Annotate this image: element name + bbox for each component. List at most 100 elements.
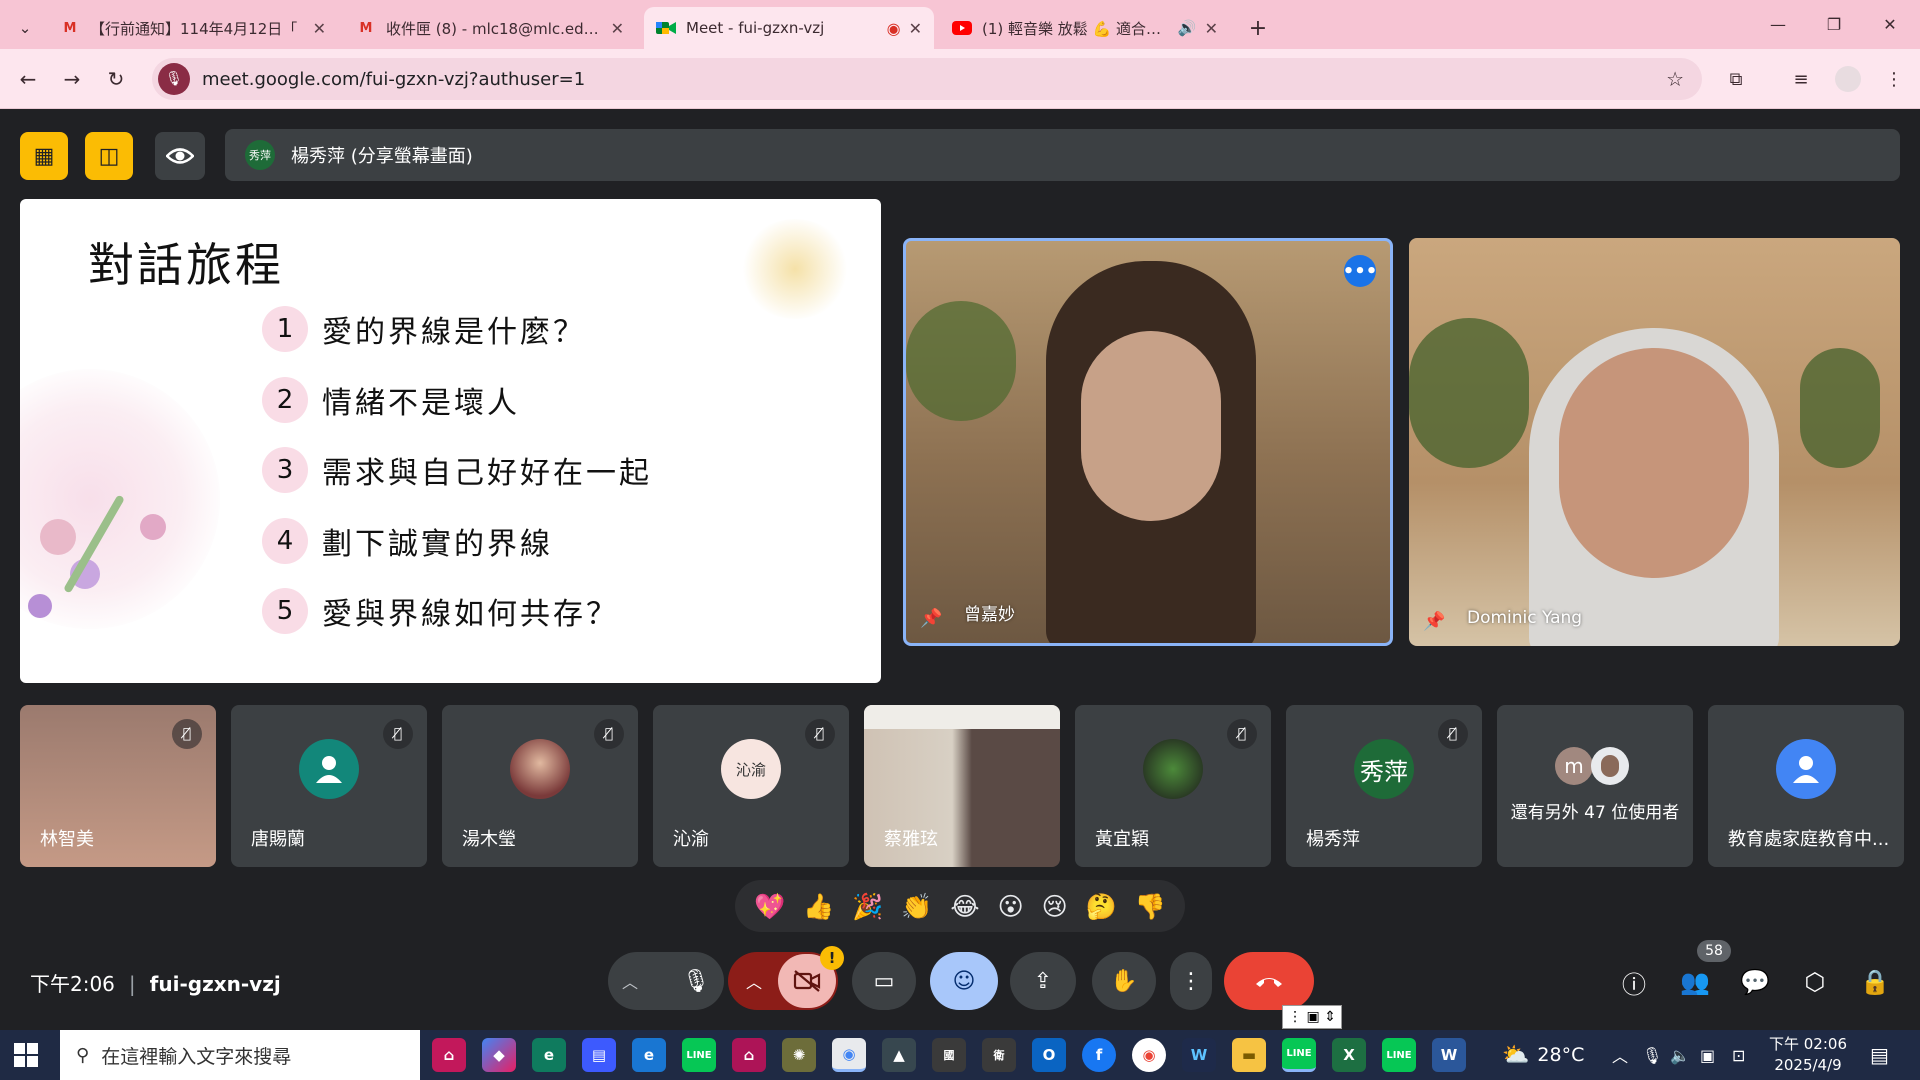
close-icon[interactable]: ✕ bbox=[1205, 19, 1218, 38]
meeting-details-button[interactable]: ⓘ bbox=[1612, 960, 1656, 1004]
layout-sidebar-icon[interactable]: ◫ bbox=[85, 132, 133, 180]
emoji-reactions-button[interactable]: ☺ bbox=[930, 952, 998, 1010]
microphone-icon[interactable]: 🎙 bbox=[672, 957, 720, 1005]
close-icon[interactable]: ✕ bbox=[909, 19, 922, 38]
reaction-thumbs-down-button[interactable]: 👎 bbox=[1135, 894, 1166, 919]
bookmark-star-icon[interactable]: ☆ bbox=[1666, 67, 1684, 91]
participant-tile[interactable]: 🎙̸ 林智美 bbox=[20, 705, 216, 867]
app-emblem-icon[interactable]: ✺ bbox=[782, 1038, 816, 1072]
copilot-icon[interactable]: ◆ bbox=[482, 1038, 516, 1072]
forward-button[interactable]: → bbox=[56, 63, 88, 95]
more-options-button[interactable]: ⋮ bbox=[1170, 952, 1212, 1010]
reaction-thumbs-up-button[interactable]: 👍 bbox=[803, 894, 834, 919]
minimize-button[interactable]: — bbox=[1750, 0, 1806, 49]
participant-tile[interactable]: 🎙̸ 秀萍 楊秀萍 bbox=[1286, 705, 1482, 867]
app-folder-icon[interactable]: ▲ bbox=[882, 1038, 916, 1072]
app-document-icon[interactable]: 國 bbox=[932, 1038, 966, 1072]
reaction-clap-button[interactable]: 👏 bbox=[901, 894, 932, 919]
line-icon[interactable]: LINE bbox=[682, 1038, 716, 1072]
close-icon[interactable]: ✕ bbox=[611, 19, 624, 38]
avatar: 秀萍 bbox=[245, 140, 275, 170]
speaker-icon[interactable]: 🔊 bbox=[1178, 19, 1197, 37]
chrome-active-icon[interactable]: ◉ bbox=[832, 1038, 866, 1072]
tray-volume-icon[interactable]: 🔈 bbox=[1670, 1030, 1690, 1080]
profile-avatar[interactable] bbox=[1832, 63, 1864, 95]
reaction-heart-button[interactable]: 💖 bbox=[754, 894, 785, 919]
layout-grid-icon[interactable]: ▦ bbox=[20, 132, 68, 180]
activities-button[interactable]: ⬡ bbox=[1793, 960, 1837, 1004]
weather-widget[interactable]: ⛅ 28°C bbox=[1502, 1030, 1584, 1080]
reload-button[interactable]: ↻ bbox=[100, 63, 132, 95]
restore-button[interactable]: ❐ bbox=[1806, 0, 1862, 49]
more-options-button[interactable]: ••• bbox=[1343, 255, 1377, 287]
video-tile-pinned[interactable]: 📌 Dominic Yang bbox=[1409, 238, 1900, 646]
app-home-icon[interactable]: ⌂ bbox=[432, 1038, 466, 1072]
extensions-icon[interactable]: ⧉ bbox=[1720, 63, 1752, 95]
leave-call-button[interactable] bbox=[1224, 952, 1314, 1010]
reaction-sad-button[interactable]: 😢 bbox=[1042, 894, 1068, 919]
store-icon[interactable]: ▤ bbox=[582, 1038, 616, 1072]
taskbar-clock[interactable]: 下午 02:06 2025/4/9 bbox=[1768, 1034, 1848, 1076]
reaction-laugh-button[interactable]: 😂 bbox=[950, 894, 979, 919]
app-w-icon[interactable]: W bbox=[1182, 1038, 1216, 1072]
excel-icon[interactable]: X bbox=[1332, 1038, 1366, 1072]
new-tab-button[interactable]: + bbox=[1238, 7, 1278, 49]
tray-battery-icon[interactable]: ▣ bbox=[1700, 1030, 1715, 1080]
reaction-thinking-button[interactable]: 🤔 bbox=[1086, 894, 1117, 919]
captions-button[interactable]: ▭ bbox=[852, 952, 916, 1010]
word-icon[interactable]: W bbox=[1432, 1038, 1466, 1072]
file-explorer-icon[interactable]: ▬ bbox=[1232, 1038, 1266, 1072]
edge-icon[interactable]: e bbox=[532, 1038, 566, 1072]
chevron-up-icon[interactable]: ︿ bbox=[622, 969, 638, 993]
url-text[interactable]: meet.google.com/fui-gzxn-vzj?authuser=1 bbox=[202, 69, 585, 90]
raise-hand-button[interactable]: ✋ bbox=[1092, 952, 1156, 1010]
app-document2-icon[interactable]: 衛 bbox=[982, 1038, 1016, 1072]
ime-indicator[interactable]: ⋮ ▣ ⇕ bbox=[1282, 1005, 1342, 1029]
microphone-icon[interactable]: 🎙 bbox=[158, 63, 190, 95]
tab-search-dropdown[interactable]: ⌄ bbox=[14, 7, 36, 49]
participant-tile[interactable]: 🎙̸ 湯木瑩 bbox=[442, 705, 638, 867]
participant-tile[interactable]: 教育處家庭教育中... bbox=[1708, 705, 1904, 867]
eye-icon[interactable] bbox=[155, 132, 205, 180]
close-icon[interactable]: ✕ bbox=[313, 19, 326, 38]
chat-button[interactable]: 💬 bbox=[1733, 960, 1777, 1004]
participant-tile[interactable]: 🎙̸ 沁渝 沁渝 bbox=[653, 705, 849, 867]
media-control-icon[interactable]: ≡ bbox=[1785, 63, 1817, 95]
outlook-icon[interactable]: O bbox=[1032, 1038, 1066, 1072]
app-home2-icon[interactable]: ⌂ bbox=[732, 1038, 766, 1072]
tab-youtube[interactable]: (1) 輕音樂 放鬆 💪 適合早上 🔊 ✕ bbox=[940, 7, 1230, 49]
pin-icon[interactable]: 📌 bbox=[1423, 611, 1445, 632]
line2-icon[interactable]: LINE bbox=[1382, 1038, 1416, 1072]
tray-network-icon[interactable]: ⊡ bbox=[1732, 1030, 1745, 1080]
tray-mic-icon[interactable]: 🎙 bbox=[1642, 1030, 1662, 1080]
tab-gmail-inbox[interactable]: M 收件匣 (8) - mlc18@mlc.edu.tw ✕ bbox=[344, 7, 636, 49]
participant-tile[interactable]: 🎙̸ 黃宜穎 bbox=[1075, 705, 1271, 867]
line-active-icon[interactable]: LINE bbox=[1282, 1038, 1316, 1072]
chevron-up-icon[interactable]: ︿ bbox=[746, 969, 762, 993]
pin-icon[interactable]: 📌 bbox=[920, 608, 942, 629]
back-button[interactable]: ← bbox=[12, 63, 44, 95]
participant-tile[interactable]: 蔡雅玹 bbox=[864, 705, 1060, 867]
participant-tile[interactable]: 🎙̸ 唐賜蘭 bbox=[231, 705, 427, 867]
reaction-party-button[interactable]: 🎉 bbox=[852, 894, 883, 919]
taskbar-search-input[interactable]: ⚲ 在這裡輸入文字來搜尋 bbox=[60, 1030, 420, 1080]
ie-icon[interactable]: e bbox=[632, 1038, 666, 1072]
facebook-icon[interactable]: f bbox=[1082, 1038, 1116, 1072]
people-button[interactable]: 👥 bbox=[1673, 960, 1717, 1004]
address-bar[interactable]: 🎙 meet.google.com/fui-gzxn-vzj?authuser=… bbox=[152, 58, 1702, 100]
windows-start-icon[interactable] bbox=[14, 1043, 38, 1067]
tray-chevron-icon[interactable]: ︿ bbox=[1612, 1030, 1628, 1080]
captions-icon: ▭ bbox=[873, 968, 895, 994]
notifications-icon[interactable]: ▤ bbox=[1870, 1030, 1889, 1080]
reaction-surprised-button[interactable]: 😮 bbox=[998, 894, 1024, 919]
participant-tile-overflow[interactable]: m 還有另外 47 位使用者 bbox=[1497, 705, 1693, 867]
tab-gmail-notice[interactable]: M 【行前通知】114年4月12日「 ✕ bbox=[48, 7, 338, 49]
video-tile-pinned[interactable]: ••• 📌 曾嘉妙 bbox=[903, 238, 1393, 646]
warning-badge: ! bbox=[820, 946, 844, 970]
host-controls-button[interactable]: 🔒 bbox=[1853, 960, 1897, 1004]
browser-menu-icon[interactable]: ⋮ bbox=[1878, 63, 1910, 95]
present-screen-button[interactable]: ⇪ bbox=[1010, 952, 1076, 1010]
chrome-icon[interactable]: ◉ bbox=[1132, 1038, 1166, 1072]
tab-meet[interactable]: Meet - fui-gzxn-vzj ◉ ✕ bbox=[644, 7, 934, 49]
close-window-button[interactable]: ✕ bbox=[1862, 0, 1918, 49]
